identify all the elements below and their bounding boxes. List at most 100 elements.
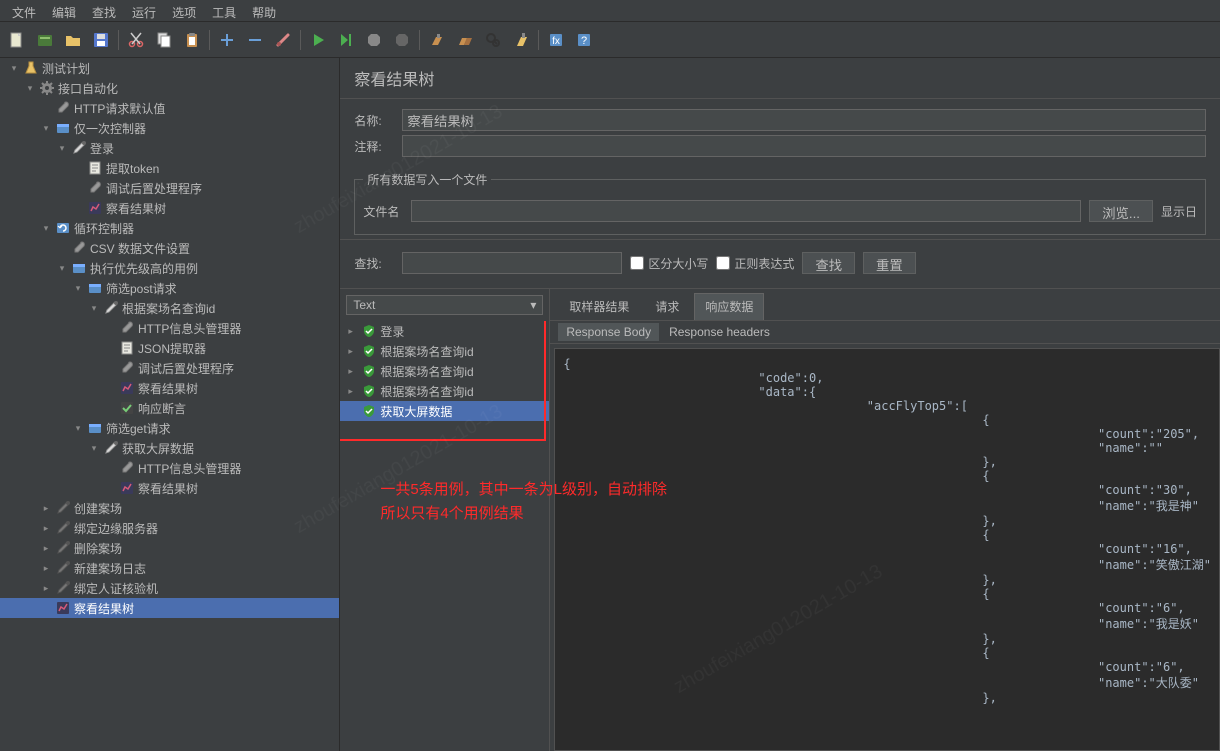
result-item[interactable]: 获取大屏数据: [340, 401, 549, 421]
tree-item[interactable]: ▾根据案场名查询id: [0, 298, 339, 318]
tab-request[interactable]: 请求: [644, 293, 690, 320]
menu-tools[interactable]: 工具: [204, 2, 244, 19]
test-plan-tree[interactable]: ▾测试计划▾接口自动化HTTP请求默认值▾仅一次控制器▾登录提取token调试后…: [0, 58, 340, 751]
menu-run[interactable]: 运行: [124, 2, 164, 19]
subtab-headers[interactable]: Response headers: [661, 323, 778, 341]
tree-toggle-icon[interactable]: ▾: [72, 423, 84, 434]
tree-toggle-icon[interactable]: ▾: [56, 143, 68, 154]
tree-toggle-icon[interactable]: ▸: [40, 563, 52, 574]
tree-item[interactable]: ▸删除案场: [0, 538, 339, 558]
toggle-icon[interactable]: [270, 27, 296, 53]
cut-icon[interactable]: [123, 27, 149, 53]
case-sensitive-checkbox[interactable]: 区分大小写: [630, 255, 708, 272]
expand-icon[interactable]: [214, 27, 240, 53]
stop-icon[interactable]: [361, 27, 387, 53]
subtab-body[interactable]: Response Body: [558, 323, 659, 341]
clear-all-icon[interactable]: [452, 27, 478, 53]
result-item[interactable]: ▸登录: [340, 321, 549, 341]
tree-item[interactable]: 察看结果树: [0, 478, 339, 498]
help-icon[interactable]: ?: [571, 27, 597, 53]
templates-icon[interactable]: [32, 27, 58, 53]
tree-item[interactable]: ▾接口自动化: [0, 78, 339, 98]
tree-toggle-icon[interactable]: ▸: [348, 326, 358, 337]
reset-search-icon[interactable]: [508, 27, 534, 53]
reset-button[interactable]: 重置: [863, 252, 916, 274]
tree-toggle-icon[interactable]: ▾: [24, 83, 36, 94]
tree-item[interactable]: ▾循环控制器: [0, 218, 339, 238]
tree-item[interactable]: ▸绑定边缘服务器: [0, 518, 339, 538]
tree-item[interactable]: HTTP请求默认值: [0, 98, 339, 118]
paste-icon[interactable]: [179, 27, 205, 53]
menu-file[interactable]: 文件: [4, 2, 44, 19]
tree-toggle-icon[interactable]: ▾: [88, 303, 100, 314]
copy-icon[interactable]: [151, 27, 177, 53]
tree-item[interactable]: ▾获取大屏数据: [0, 438, 339, 458]
tree-toggle-icon[interactable]: ▾: [56, 263, 68, 274]
new-icon[interactable]: [4, 27, 30, 53]
tree-item[interactable]: ▸绑定人证核验机: [0, 578, 339, 598]
tree-item[interactable]: ▾测试计划: [0, 58, 339, 78]
tree-toggle-icon[interactable]: ▾: [40, 223, 52, 234]
tree-item[interactable]: ▸创建案场: [0, 498, 339, 518]
menu-find[interactable]: 查找: [84, 2, 124, 19]
tree-item[interactable]: 调试后置处理程序: [0, 358, 339, 378]
tree-item[interactable]: JSON提取器: [0, 338, 339, 358]
browse-button[interactable]: 浏览...: [1089, 200, 1153, 222]
tree-item[interactable]: HTTP信息头管理器: [0, 458, 339, 478]
tree-toggle-icon[interactable]: ▸: [348, 386, 358, 397]
tree-item[interactable]: ▾筛选get请求: [0, 418, 339, 438]
tree-item[interactable]: 调试后置处理程序: [0, 178, 339, 198]
regex-checkbox[interactable]: 正则表达式: [716, 255, 794, 272]
tree-item[interactable]: HTTP信息头管理器: [0, 318, 339, 338]
tree-toggle-icon[interactable]: ▸: [40, 503, 52, 514]
box-icon: [71, 260, 87, 276]
run-no-pause-icon[interactable]: [333, 27, 359, 53]
function-icon[interactable]: fx: [543, 27, 569, 53]
tree-toggle-icon[interactable]: ▸: [348, 366, 358, 377]
result-item[interactable]: ▸根据案场名查询id: [340, 341, 549, 361]
collapse-icon[interactable]: [242, 27, 268, 53]
tree-item[interactable]: 察看结果树: [0, 598, 339, 618]
run-icon[interactable]: [305, 27, 331, 53]
menu-help[interactable]: 帮助: [244, 2, 284, 19]
tree-item[interactable]: 响应断言: [0, 398, 339, 418]
tree-toggle-icon[interactable]: ▸: [40, 543, 52, 554]
tab-sampler[interactable]: 取样器结果: [558, 293, 640, 320]
tree-toggle-icon[interactable]: ▾: [88, 443, 100, 454]
tree-item[interactable]: ▾执行优先级高的用例: [0, 258, 339, 278]
filename-input[interactable]: [411, 200, 1081, 222]
clear-icon[interactable]: [424, 27, 450, 53]
tree-toggle-icon[interactable]: ▸: [348, 346, 358, 357]
tab-response[interactable]: 响应数据: [694, 293, 764, 320]
tree-toggle-icon[interactable]: ▸: [40, 583, 52, 594]
result-item[interactable]: ▸根据案场名查询id: [340, 381, 549, 401]
tree-toggle-icon[interactable]: ▾: [72, 283, 84, 294]
tree-item[interactable]: 提取token: [0, 158, 339, 178]
tree-toggle-icon[interactable]: ▾: [8, 63, 20, 74]
search-button[interactable]: 查找: [802, 252, 855, 274]
search-input[interactable]: [402, 252, 622, 274]
menu-edit[interactable]: 编辑: [44, 2, 84, 19]
tree-item[interactable]: ▸新建案场日志: [0, 558, 339, 578]
tree-item[interactable]: CSV 数据文件设置: [0, 238, 339, 258]
result-item[interactable]: ▸根据案场名查询id: [340, 361, 549, 381]
tree-label: 调试后置处理程序: [138, 360, 335, 377]
shutdown-icon[interactable]: [389, 27, 415, 53]
tree-label: 察看结果树: [138, 480, 335, 497]
tree-toggle-icon[interactable]: ▸: [40, 523, 52, 534]
check-icon: [119, 400, 135, 416]
tree-item[interactable]: ▾筛选post请求: [0, 278, 339, 298]
menu-options[interactable]: 选项: [164, 2, 204, 19]
tree-toggle-icon[interactable]: ▾: [40, 123, 52, 134]
tree-item[interactable]: 察看结果树: [0, 198, 339, 218]
search-icon[interactable]: [480, 27, 506, 53]
name-input[interactable]: [402, 109, 1206, 131]
open-icon[interactable]: [60, 27, 86, 53]
tree-item[interactable]: ▾登录: [0, 138, 339, 158]
tree-item[interactable]: 察看结果树: [0, 378, 339, 398]
save-icon[interactable]: [88, 27, 114, 53]
renderer-dropdown[interactable]: Text ▾: [346, 295, 543, 315]
comment-input[interactable]: [402, 135, 1206, 157]
response-body[interactable]: { "code":0, "data":{ "accFlyTop5":[ {: [554, 348, 1220, 751]
tree-item[interactable]: ▾仅一次控制器: [0, 118, 339, 138]
